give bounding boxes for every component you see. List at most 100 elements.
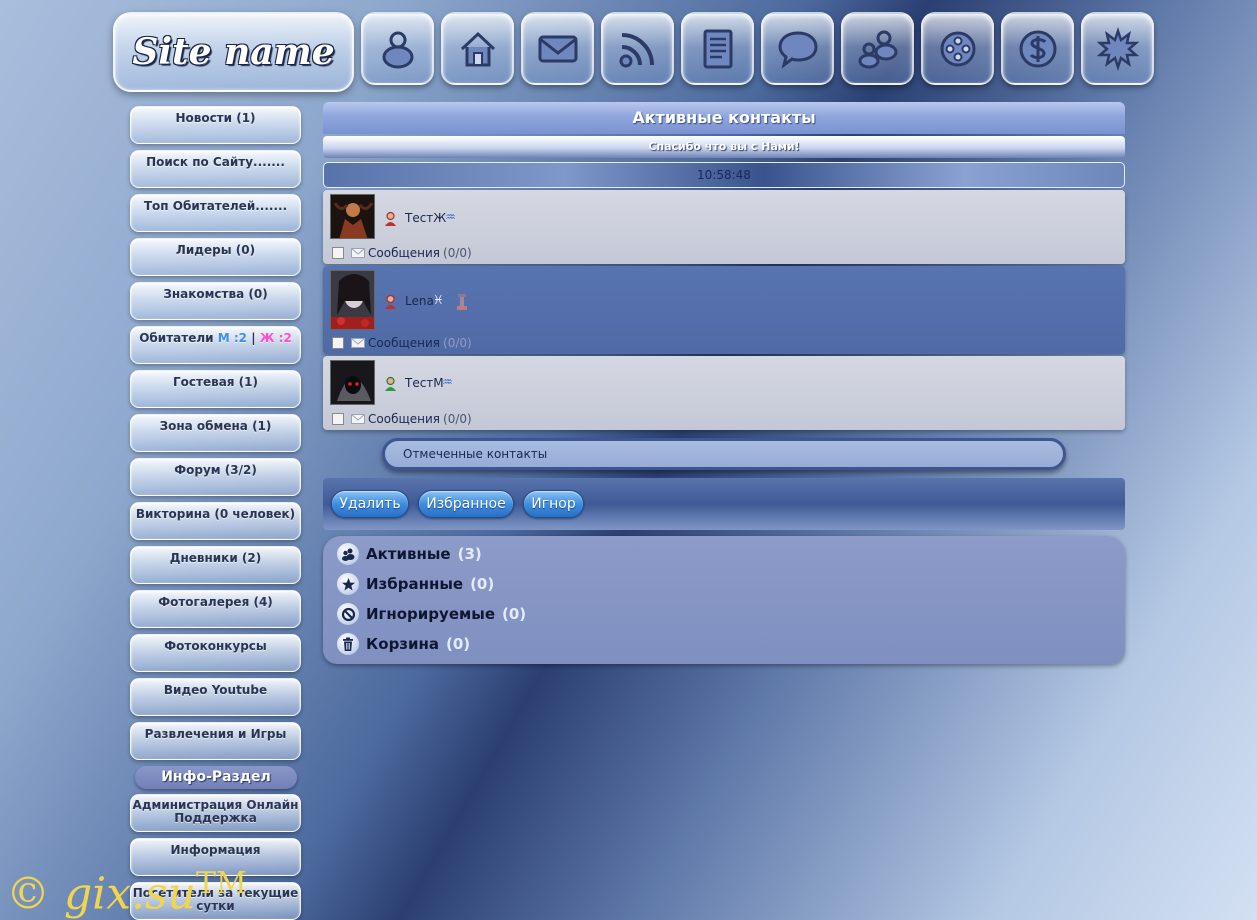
user-icon <box>382 31 413 68</box>
trademark-mark: TM <box>195 866 247 901</box>
avatar[interactable] <box>330 194 375 239</box>
messages-link[interactable]: Сообщения (0/0) <box>332 412 472 426</box>
contact-row: ТестМ ♒ Сообщения (0/0) <box>323 356 1125 430</box>
page-title: Активные контакты <box>323 102 1125 134</box>
residents-separator: | <box>251 331 256 345</box>
copyright-watermark: © gix.suTM <box>6 866 247 920</box>
avatar[interactable] <box>330 360 375 405</box>
film-reel-icon <box>940 31 975 66</box>
avatar[interactable] <box>330 270 375 330</box>
delete-button[interactable]: Удалить <box>331 490 409 518</box>
messages-label: Сообщения <box>368 412 441 426</box>
folder-ignored[interactable]: Игнорируемые (0) <box>337 602 526 626</box>
chat-nav-button[interactable] <box>761 12 834 85</box>
sidebar-item-photo-gallery[interactable]: Фотогалерея (4) <box>130 590 301 628</box>
folder-count: (0) <box>502 605 527 623</box>
envelope-icon <box>351 338 365 348</box>
home-nav-button[interactable] <box>441 12 514 85</box>
sidebar-item-leaders[interactable]: Лидеры (0) <box>130 238 301 276</box>
messages-link[interactable]: Сообщения (0/0) <box>332 336 472 350</box>
contact-name[interactable]: ТестЖ <box>405 211 446 225</box>
residents-female-count: Ж :2 <box>259 331 292 345</box>
site-name: Site name <box>132 31 335 73</box>
favorite-button[interactable]: Избранное <box>418 490 514 518</box>
marked-contacts-bar[interactable]: Отмеченные контакты <box>382 438 1066 470</box>
zodiac-icon: ♒ <box>442 375 453 389</box>
folder-count: (0) <box>470 575 495 593</box>
badge-icon <box>457 294 467 310</box>
folder-label: Активные <box>366 545 451 563</box>
home-icon <box>460 31 495 66</box>
users-icon <box>858 30 897 68</box>
site-logo[interactable]: Site name <box>113 12 354 92</box>
zodiac-icon: ♓ <box>433 293 444 307</box>
folder-label: Избранные <box>366 575 464 593</box>
users-icon <box>337 543 359 565</box>
contact-folders: Активные (3) Избранные (0) Игнорируемые … <box>323 536 1125 664</box>
male-user-icon <box>385 376 396 391</box>
folder-label: Игнорируемые <box>366 605 495 623</box>
documents-nav-button[interactable] <box>681 12 754 85</box>
trash-icon <box>337 633 359 655</box>
mail-nav-button[interactable] <box>521 12 594 85</box>
profile-nav-button[interactable] <box>361 12 434 85</box>
sidebar-item-top-residents[interactable]: Топ Обитателей....... <box>130 194 301 232</box>
document-icon <box>703 29 732 68</box>
sidebar-item-games[interactable]: Развлечения и Игры <box>130 722 301 760</box>
sidebar-item-exchange-zone[interactable]: Зона обмена (1) <box>130 414 301 452</box>
sidebar-item-quiz[interactable]: Викторина (0 человек) <box>130 502 301 540</box>
info-section-header: Инфо-Раздел <box>135 766 297 789</box>
sidebar-item-site-search[interactable]: Поиск по Сайту....... <box>130 150 301 188</box>
residents-label: Обитатели <box>139 331 214 345</box>
sidebar-item-youtube-video[interactable]: Видео Youtube <box>130 678 301 716</box>
folder-active[interactable]: Активные (3) <box>337 542 482 566</box>
folder-label: Корзина <box>366 635 440 653</box>
contact-name[interactable]: Lena <box>405 294 434 308</box>
star-icon <box>337 573 359 595</box>
folder-trash[interactable]: Корзина (0) <box>337 632 470 656</box>
envelope-icon <box>351 248 365 258</box>
messages-link[interactable]: Сообщения (0/0) <box>332 246 472 260</box>
friends-nav-button[interactable] <box>841 12 914 85</box>
contact-checkbox[interactable] <box>332 337 344 349</box>
rss-nav-button[interactable] <box>601 12 674 85</box>
folder-favorites[interactable]: Избранные (0) <box>337 572 494 596</box>
chat-icon <box>777 30 818 69</box>
sidebar-item-admin-support[interactable]: Администрация Онлайн Поддержка <box>130 794 301 832</box>
video-nav-button[interactable] <box>921 12 994 85</box>
sidebar-item-guestbook[interactable]: Гостевая (1) <box>130 370 301 408</box>
messages-count: (0/0) <box>443 246 472 260</box>
messages-count: (0/0) <box>443 412 472 426</box>
rss-icon <box>619 32 654 67</box>
sidebar-item-dating[interactable]: Знакомства (0) <box>130 282 301 320</box>
zodiac-icon: ♒ <box>445 210 456 224</box>
contact-checkbox[interactable] <box>332 413 344 425</box>
folder-count: (3) <box>457 545 482 563</box>
messages-label: Сообщения <box>368 336 441 350</box>
ignore-button[interactable]: Игнор <box>523 490 584 518</box>
contact-row: ТестЖ ♒ Сообщения (0/0) <box>323 190 1125 264</box>
contact-checkbox[interactable] <box>332 247 344 259</box>
envelope-icon <box>351 414 365 424</box>
sidebar-item-diaries[interactable]: Дневники (2) <box>130 546 301 584</box>
messages-label: Сообщения <box>368 246 441 260</box>
sidebar-item-forum[interactable]: Форум (3/2) <box>130 458 301 496</box>
messages-count: (0/0) <box>443 336 472 350</box>
mail-icon <box>538 35 577 62</box>
sidebar-item-residents[interactable]: Обитатели М :2 | Ж :2 <box>130 326 301 364</box>
sidebar-item-photo-contests[interactable]: Фотоконкурсы <box>130 634 301 672</box>
female-user-icon <box>385 211 396 226</box>
copyright-text: © gix.su <box>6 868 196 920</box>
money-nav-button[interactable] <box>1001 12 1074 85</box>
residents-male-count: М :2 <box>217 331 248 345</box>
contact-name[interactable]: ТестМ <box>405 376 444 390</box>
server-time: 10:58:48 <box>323 162 1125 188</box>
extras-nav-button[interactable] <box>1081 12 1154 85</box>
dollar-icon <box>1019 30 1056 67</box>
starburst-icon <box>1096 26 1139 71</box>
female-user-icon <box>385 294 396 309</box>
sidebar-item-news[interactable]: Новости (1) <box>130 106 301 144</box>
action-bar: Удалить Избранное Игнор <box>323 478 1125 530</box>
thanks-banner: Спасибо что вы с Нами! <box>323 136 1125 158</box>
contact-row: Lena ♓ Сообщения (0/0) <box>323 266 1125 354</box>
